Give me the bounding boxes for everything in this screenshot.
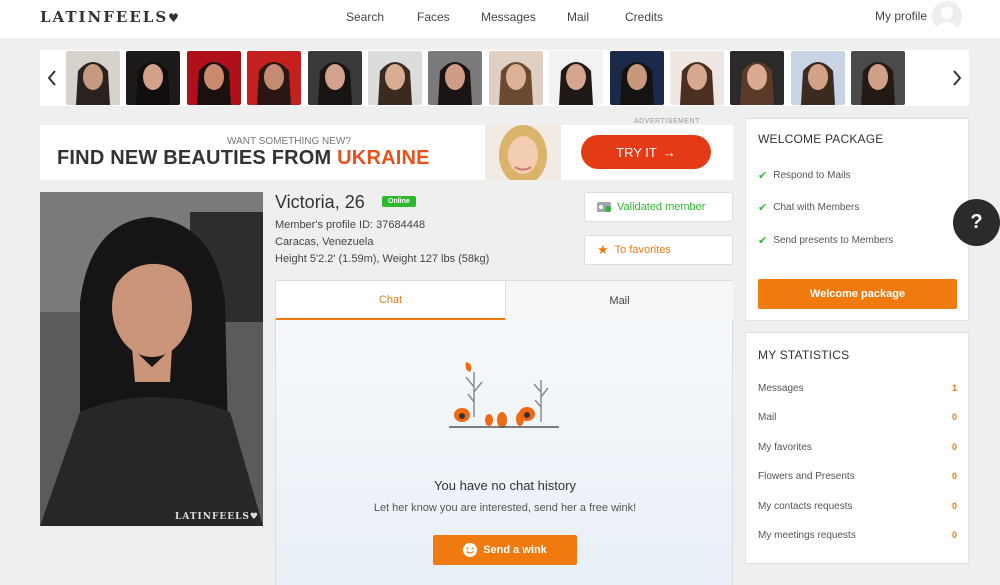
chat-panel: You have no chat history Let her know yo… [275,320,733,585]
try-it-button[interactable]: TRY IT → [581,135,711,169]
chevron-right-icon [953,70,962,86]
nav-faces[interactable]: Faces [417,10,450,24]
tab-chat[interactable]: Chat [276,281,505,320]
profile-name: Victoria, 26 [275,192,365,212]
help-button[interactable]: ? [953,199,1000,246]
empty-chat-title: You have no chat history [434,478,576,493]
nav-messages[interactable]: Messages [481,10,536,24]
welcome-package-button[interactable]: Welcome package [758,279,957,309]
ad-headline: FIND NEW BEAUTIES FROM UKRAINE [57,147,430,169]
carousel-thumbnail[interactable] [247,51,302,105]
id-card-icon [597,202,611,212]
carousel-prev-button[interactable] [40,50,64,106]
user-avatar[interactable] [932,1,962,31]
carousel-thumbnail[interactable] [851,51,906,105]
profile-id: Member's profile ID: 37684448 [275,219,426,231]
chevron-left-icon [47,70,56,86]
welcome-package-card: WELCOME PACKAGE ✔ Respond to Mails ✔ Chat … [745,118,969,321]
nav-credits[interactable]: Credits [625,10,663,24]
ad-label: ADVERTISEMENT [634,118,700,125]
online-badge: Online [382,196,416,207]
carousel-thumbnail[interactable] [609,51,664,105]
profile-measurements: Height 5'2.2' (1.59m), Weight 127 lbs (5… [275,253,490,265]
to-favorites-button[interactable]: ★ To favorites [584,235,733,265]
my-statistics-card: MY STATISTICS Messages 1 Mail 0 My favorit… [745,332,969,564]
carousel-thumbnail[interactable] [790,51,845,105]
arrow-right-icon: → [662,144,676,160]
top-header: LATINFEELS♥ Search Faces Messages Mail C… [0,0,1000,38]
profile-photo[interactable]: LATINFEELS♥ [40,192,263,526]
welcome-package-title: WELCOME PACKAGE [758,132,884,146]
ad-banner[interactable]: WANT SOMETHING NEW? FIND NEW BEAUTIES FR… [40,125,733,180]
carousel-thumbnail[interactable] [368,51,422,105]
star-icon: ★ [597,242,609,257]
statistics-title: MY STATISTICS [758,348,850,362]
faces-carousel [40,50,969,106]
carousel-thumbnail[interactable] [730,51,785,105]
carousel-thumbnail[interactable] [549,51,604,105]
check-icon: ✔ [758,235,768,247]
carousel-thumbnail[interactable] [126,51,181,105]
package-item: ✔ Respond to Mails [758,170,851,182]
package-item: ✔ Send presents to Members [758,235,894,247]
smiley-icon [463,543,478,557]
stat-flowers-presents[interactable]: Flowers and Presents 0 [758,471,957,482]
ad-portrait [485,125,561,180]
check-icon: ✔ [758,202,768,214]
site-logo[interactable]: LATINFEELS♥ [40,8,181,26]
chat-mail-tabs: Chat Mail [275,280,733,320]
my-profile-link[interactable]: My profile [875,9,927,23]
empty-chat-subtitle: Let her know you are interested, send he… [373,502,637,514]
package-item: ✔ Chat with Members [758,202,860,214]
nav-mail[interactable]: Mail [567,10,589,24]
validated-member-badge[interactable]: Validated member [584,192,733,222]
empty-chat-illustration [444,362,564,437]
stat-meetings-requests[interactable]: My meetings requests 0 [758,530,957,541]
tab-mail[interactable]: Mail [505,281,733,320]
carousel-thumbnail[interactable] [428,51,483,105]
send-wink-button[interactable]: Send a wink [433,535,577,565]
stat-contacts-requests[interactable]: My contacts requests 0 [758,501,957,512]
carousel-thumbnail[interactable] [670,51,724,105]
carousel-thumbnail[interactable] [307,51,362,105]
carousel-thumbnail[interactable] [66,51,120,105]
carousel-thumbnail[interactable] [488,51,543,105]
ad-tagline: WANT SOMETHING NEW? [227,136,351,147]
carousel-thumbnail[interactable] [186,51,241,105]
stat-favorites[interactable]: My favorites 0 [758,442,957,453]
nav-search[interactable]: Search [346,10,384,24]
profile-location: Caracas, Venezuela [275,236,374,248]
carousel-next-button[interactable] [945,50,969,106]
stat-mail[interactable]: Mail 0 [758,412,957,423]
photo-watermark: LATINFEELS♥ [175,512,259,522]
heart-icon: ♥ [168,11,181,25]
stat-messages[interactable]: Messages 1 [758,383,957,394]
check-icon: ✔ [758,170,768,182]
